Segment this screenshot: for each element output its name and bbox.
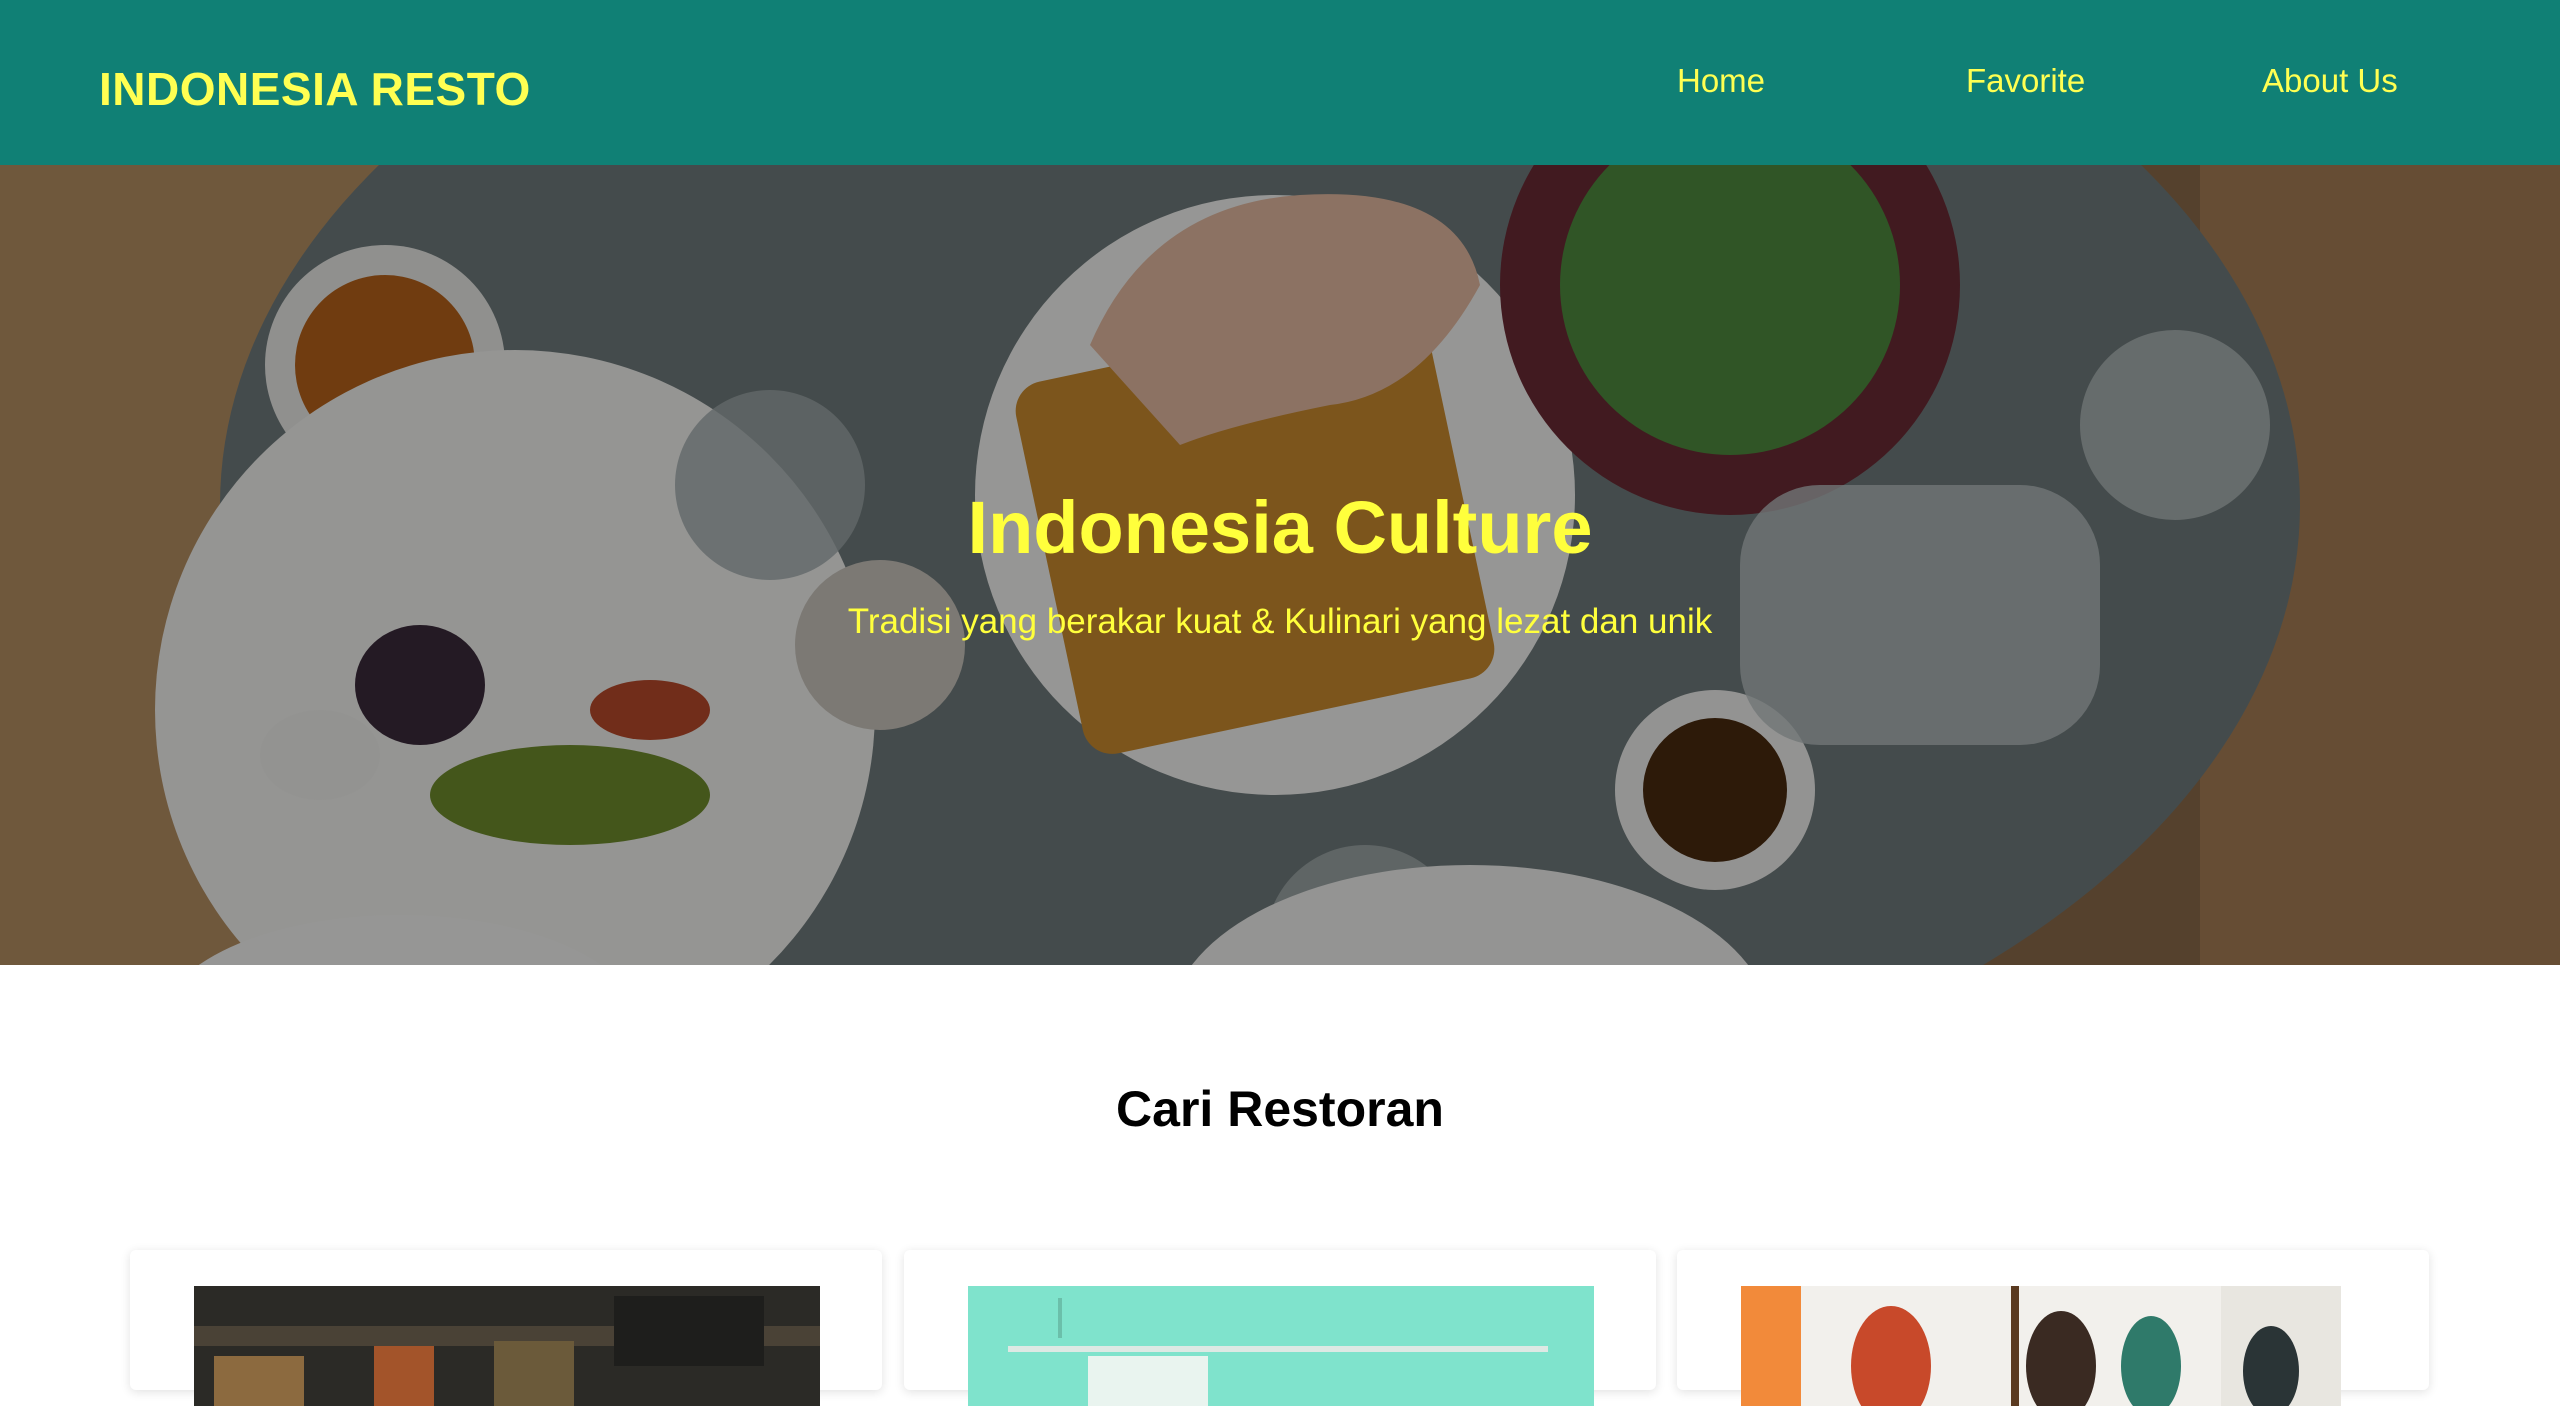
restaurant-card[interactable] <box>130 1250 882 1406</box>
hero-banner: Indonesia Culture Tradisi yang berakar k… <box>0 165 2560 965</box>
restaurant-image[interactable] <box>194 1286 820 1406</box>
hero-title: Indonesia Culture <box>967 486 1593 569</box>
nav-favorite-link[interactable]: Favorite <box>1966 62 2085 100</box>
nav-about-link[interactable]: About Us <box>2262 62 2398 100</box>
top-navbar: INDONESIA RESTO Home Favorite About Us <box>0 0 2560 165</box>
restaurant-card[interactable] <box>1677 1250 2429 1406</box>
restaurant-image[interactable] <box>968 1286 1594 1406</box>
nav-home-link[interactable]: Home <box>1677 62 1765 100</box>
restaurant-image[interactable] <box>1741 1286 2341 1406</box>
restaurant-card[interactable] <box>904 1250 1656 1406</box>
search-section-title: Cari Restoran <box>1116 1081 1444 1137</box>
brand-logo[interactable]: INDONESIA RESTO <box>99 62 531 116</box>
hero-subtitle: Tradisi yang berakar kuat & Kulinari yan… <box>847 602 1713 641</box>
